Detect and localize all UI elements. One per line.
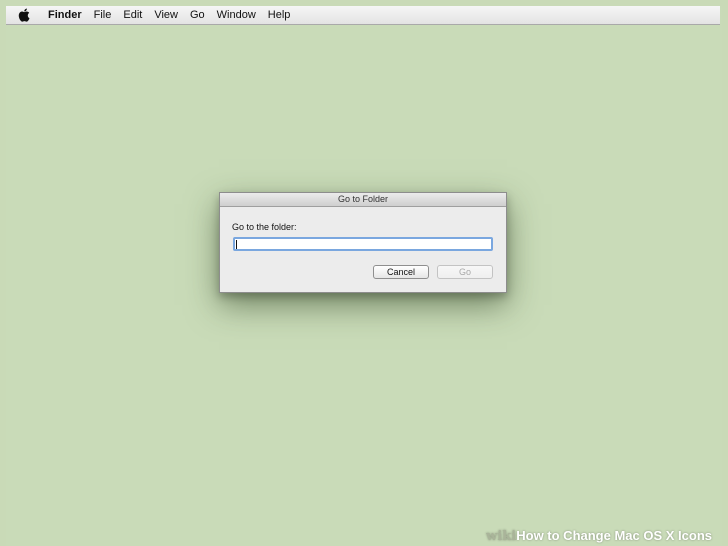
menu-help[interactable]: Help [262, 6, 297, 24]
menu-edit[interactable]: Edit [117, 6, 148, 24]
folder-prompt-label: Go to the folder: [232, 222, 297, 232]
folder-path-input[interactable] [233, 237, 493, 251]
dialog-title: Go to Folder [220, 193, 506, 207]
menu-window[interactable]: Window [211, 6, 262, 24]
watermark-title: How to Change Mac OS X Icons [516, 528, 712, 543]
go-button[interactable]: Go [437, 265, 493, 279]
menu-file[interactable]: File [88, 6, 118, 24]
cancel-button[interactable]: Cancel [373, 265, 429, 279]
menu-view[interactable]: View [148, 6, 184, 24]
apple-logo-icon[interactable] [18, 8, 30, 22]
menu-bar: Finder File Edit View Go Window Help [6, 6, 720, 25]
menu-go[interactable]: Go [184, 6, 211, 24]
go-to-folder-dialog: Go to Folder Go to the folder: Cancel Go [219, 192, 507, 293]
watermark-brand: wiki [486, 529, 517, 544]
text-cursor [236, 240, 237, 249]
menu-finder[interactable]: Finder [42, 6, 88, 24]
watermark: wikiHow to Change Mac OS X Icons [486, 528, 712, 544]
